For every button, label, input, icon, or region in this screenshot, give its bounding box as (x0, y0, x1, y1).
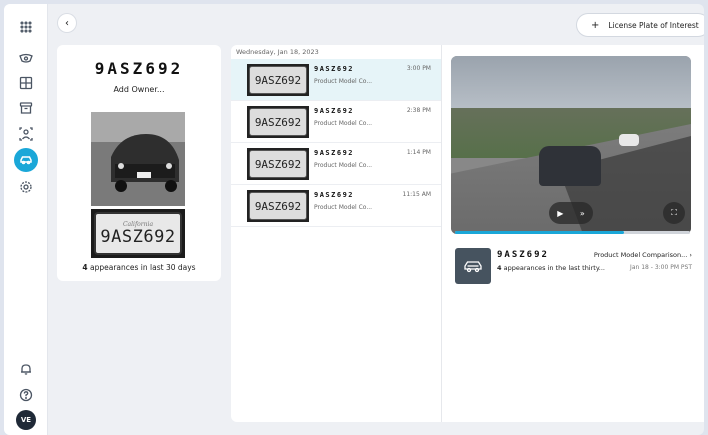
detail-time: Jan 18 - 3:00 PM PST (630, 264, 692, 271)
detail-count: 4 (497, 264, 502, 272)
plate-thumbnail: 9ASZ692 (247, 148, 309, 180)
appearances-count: 4 (82, 263, 88, 272)
plate-summary-card: 9ASZ692 Add Owner... California 9ASZ692 (57, 45, 221, 281)
row-plate: 9ASZ692 (314, 65, 355, 73)
row-model: Product Model Co... (314, 162, 373, 169)
lpi-label: License Plate of Interest (608, 20, 699, 30)
list-item[interactable]: 9ASZ692 9ASZ692 Product Model Co... 3:00… (231, 59, 441, 101)
playback-controls: ▶ » (549, 202, 593, 224)
row-model: Product Model Co... (314, 204, 373, 211)
plate-closeup-image: California 9ASZ692 (91, 209, 185, 258)
plate-title: 9ASZ692 (94, 59, 184, 78)
row-time: 1:14 PM (406, 149, 431, 156)
chevron-left-icon: ‹ (65, 17, 69, 29)
row-model: Product Model Co... (314, 78, 373, 85)
license-plate-of-interest-button[interactable]: + License Plate of Interest (577, 14, 704, 36)
video-vehicle-distant (619, 134, 639, 146)
list-item[interactable]: 9ASZ692 9ASZ692 Product Model Co... 1:14… (231, 143, 441, 185)
vehicle-image (91, 112, 185, 206)
list-item[interactable]: 9ASZ692 9ASZ692 Product Model Co... 2:38… (231, 101, 441, 143)
fast-forward-icon[interactable]: » (580, 209, 585, 218)
row-plate: 9ASZ692 (314, 191, 355, 199)
link-label: Product Model Comparison... (593, 251, 688, 259)
grid-icon[interactable] (17, 18, 35, 36)
chevron-right-icon: › (689, 251, 692, 259)
list-date: Wednesday, Jan 18, 2023 (236, 48, 319, 56)
video-sky (451, 56, 691, 112)
row-time: 11:15 AM (402, 191, 431, 198)
video-progress-fill (455, 231, 625, 234)
plate-thumbnail: 9ASZ692 (247, 106, 309, 138)
plus-icon: + (591, 19, 600, 31)
vehicle-icon[interactable] (14, 148, 38, 172)
detail-appearances-text: appearances in the last thirty... (503, 264, 605, 272)
app-window: VE ‹ + License Plate of Interest 9ASZ692… (4, 4, 704, 435)
add-owner-link[interactable]: Add Owner... (57, 85, 221, 94)
product-model-comparison-link[interactable]: Product Model Comparison... › (594, 251, 692, 259)
row-time: 3:00 PM (406, 65, 431, 72)
play-icon[interactable]: ▶ (557, 209, 563, 218)
archive-icon[interactable] (17, 99, 35, 117)
avatar[interactable]: VE (16, 410, 36, 430)
fullscreen-icon[interactable]: ⛶ (663, 202, 685, 224)
plate-thumbnail: 9ASZ692 (247, 64, 309, 96)
row-plate: 9ASZ692 (314, 107, 355, 115)
plate-number: 9ASZ692 (100, 227, 176, 247)
detail-appearances: 4 appearances in the last thirty... (497, 264, 605, 272)
plate-thumbnail: 9ASZ692 (247, 190, 309, 222)
appearances-summary: 4 appearances in last 30 days (57, 263, 221, 272)
help-icon[interactable] (17, 386, 35, 404)
row-model: Product Model Co... (314, 120, 373, 127)
layout-icon[interactable] (17, 74, 35, 92)
row-time: 2:38 PM (406, 107, 431, 114)
list-item[interactable]: 9ASZ692 9ASZ692 Product Model Co... 11:1… (231, 185, 441, 227)
video-vehicle (539, 146, 601, 186)
left-rail: VE (4, 4, 48, 435)
row-plate: 9ASZ692 (314, 149, 355, 157)
vehicle-icon (455, 248, 491, 284)
appearances-text: appearances in last 30 days (90, 263, 196, 272)
detail-plate: 9ASZ692 (497, 250, 549, 260)
video-progress-bar[interactable] (455, 231, 690, 234)
bell-icon[interactable] (17, 360, 35, 378)
gear-icon[interactable] (17, 178, 35, 196)
video-player[interactable]: ▶ » ⛶ (451, 56, 691, 234)
person-search-icon[interactable] (17, 125, 35, 143)
camera-icon[interactable] (17, 50, 35, 68)
back-button[interactable]: ‹ (58, 14, 76, 32)
